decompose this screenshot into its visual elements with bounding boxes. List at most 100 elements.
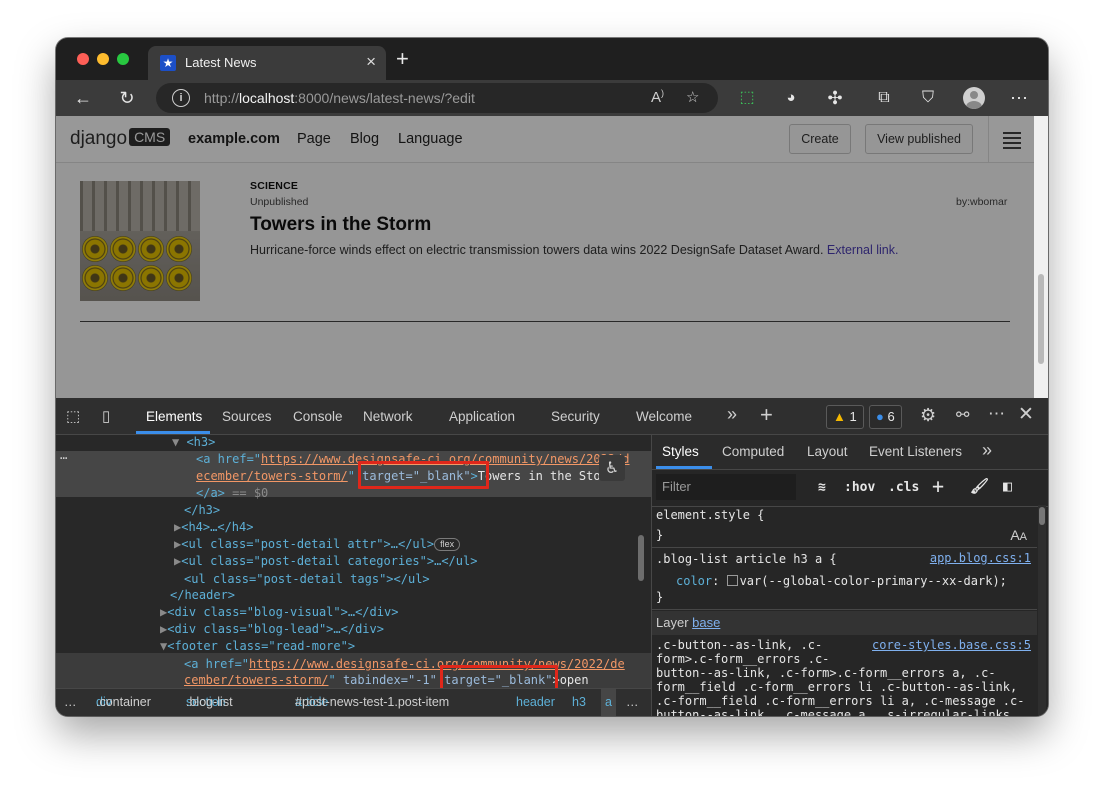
- more-tabs-icon[interactable]: »: [727, 404, 737, 425]
- add-favorite-icon[interactable]: ☆: [686, 88, 699, 106]
- dom-line[interactable]: ▶<ul class="post-detail categories">…</u…: [174, 553, 477, 570]
- rule-separator: [652, 609, 1037, 610]
- favicon-star-icon: ★: [160, 55, 176, 71]
- dom-tree[interactable]: ▼ <h3> ⋯ <a href="https://www.designsafe…: [56, 435, 651, 688]
- toggle-sidebar-icon[interactable]: ◧: [1003, 477, 1012, 495]
- title-bar: ★ Latest News × +: [56, 38, 1048, 80]
- tab-styles[interactable]: Styles: [662, 444, 699, 459]
- breadcrumb-ellipsis[interactable]: …: [64, 689, 77, 716]
- close-devtools-icon[interactable]: ✕: [1018, 403, 1034, 426]
- styles-tab-indicator: [656, 466, 712, 469]
- tab-title: Latest News: [185, 55, 257, 70]
- source-link[interactable]: core-styles.base.css:5: [872, 638, 1031, 652]
- issues-badge[interactable]: ● 6: [869, 405, 902, 429]
- cls-toggle[interactable]: .cls: [888, 480, 919, 495]
- maximize-window-button[interactable]: [117, 53, 129, 65]
- read-aloud-icon[interactable]: A): [651, 88, 664, 106]
- dom-line[interactable]: ▶<h4>…</h4>: [174, 519, 253, 536]
- inspect-overlay: [56, 116, 1034, 400]
- breadcrumb: … div .container section .blog-list articl…: [56, 688, 651, 716]
- element-style-rule[interactable]: element.style { } AA: [652, 507, 1037, 547]
- customize-menu-icon[interactable]: ⋯: [988, 404, 1005, 424]
- connect-device-icon[interactable]: ⚯: [956, 405, 969, 425]
- dom-line[interactable]: ▶<div class="blog-visual">…</div>: [160, 604, 398, 621]
- browser-toolbar: ← ↻ i http://localhost:8000/news/latest-…: [56, 80, 1048, 116]
- more-menu-icon[interactable]: ⋯: [1006, 85, 1032, 111]
- tab-event-listeners[interactable]: Event Listeners: [869, 444, 962, 459]
- new-rule-icon[interactable]: +: [932, 474, 944, 498]
- settings-gear-icon[interactable]: ⚙: [920, 405, 936, 426]
- tab-welcome[interactable]: Welcome: [636, 409, 692, 424]
- font-editor-icon[interactable]: AA: [1010, 527, 1027, 543]
- close-window-button[interactable]: [77, 53, 89, 65]
- tab-elements[interactable]: Elements: [146, 409, 202, 424]
- tab-sources[interactable]: Sources: [222, 409, 272, 424]
- breadcrumb-ellipsis[interactable]: …: [626, 689, 639, 716]
- active-tab-indicator: [136, 431, 210, 434]
- styles-scrollbar[interactable]: [1038, 505, 1046, 716]
- dom-line[interactable]: <a href="https://www.designsafe-ci.org/c…: [184, 656, 625, 673]
- tab-security[interactable]: Security: [551, 409, 600, 424]
- dom-line[interactable]: </a> == $0: [196, 485, 268, 502]
- site-info-icon[interactable]: i: [172, 89, 190, 107]
- styles-tabbar: Styles Computed Layout Event Listeners »: [652, 435, 1048, 470]
- add-tool-icon[interactable]: +: [760, 402, 773, 428]
- more-panes-icon[interactable]: »: [982, 440, 992, 461]
- dom-line[interactable]: </h3>: [184, 502, 220, 519]
- color-format-icon[interactable]: ≋: [818, 480, 826, 495]
- dom-line[interactable]: ▼ <h3>: [172, 435, 215, 451]
- address-bar[interactable]: i http://localhost:8000/news/latest-news…: [156, 83, 718, 113]
- layer-header: Layer base: [652, 611, 1037, 635]
- warnings-badge[interactable]: ▲ 1: [826, 405, 864, 429]
- paint-brush-icon[interactable]: 🖌: [970, 477, 989, 495]
- tab-console[interactable]: Console: [293, 409, 343, 424]
- web-page: django CMS example.com Page Blog Language…: [56, 116, 1048, 400]
- devtools-panel: ⬚ ▯ Elements Sources Console Network App…: [56, 398, 1048, 716]
- flex-badge[interactable]: flex: [434, 538, 461, 551]
- styles-pane: Styles Computed Layout Event Listeners »…: [651, 435, 1048, 716]
- browser-tab[interactable]: ★ Latest News ×: [148, 46, 386, 80]
- rule-separator: [652, 547, 1037, 548]
- collections-icon[interactable]: ⧉: [871, 85, 897, 111]
- dom-line[interactable]: ▼<footer class="read-more">: [160, 638, 355, 655]
- styles-filter-bar: Filter ≋ :hov .cls + 🖌 ◧: [652, 470, 1048, 507]
- tab-computed[interactable]: Computed: [722, 444, 784, 459]
- highlight-box: [358, 461, 489, 489]
- extensions-puzzle-icon[interactable]: ✣: [822, 85, 848, 111]
- device-emulation-icon[interactable]: ▯: [102, 407, 110, 425]
- dom-line[interactable]: ▶<ul class="post-detail attr">…</ul> flex: [174, 536, 461, 553]
- source-link[interactable]: app.blog.css:1: [930, 551, 1031, 565]
- highlight-box: [440, 665, 558, 688]
- dom-line[interactable]: ▶<div class="blog-lead">…</div>: [160, 621, 384, 638]
- accessibility-icon[interactable]: ♿: [599, 455, 625, 481]
- devtools-tabbar: ⬚ ▯ Elements Sources Console Network App…: [56, 398, 1048, 435]
- core-css-rule[interactable]: core-styles.base.css:5 .c-button--as-lin…: [652, 638, 1037, 716]
- extension-face-icon[interactable]: ◕: [778, 85, 804, 111]
- tab-network[interactable]: Network: [363, 409, 413, 424]
- breadcrumb-item[interactable]: h3: [572, 689, 586, 716]
- back-icon[interactable]: ←: [70, 85, 96, 111]
- elements-scrollbar[interactable]: [638, 535, 644, 581]
- color-swatch[interactable]: [726, 575, 738, 586]
- reload-icon[interactable]: ↻: [114, 85, 140, 111]
- browser-window: ★ Latest News × + ← ↻ i http://localhost…: [56, 38, 1048, 716]
- hov-toggle[interactable]: :hov: [844, 480, 875, 495]
- layer-base-link[interactable]: base: [692, 615, 720, 630]
- page-scrollbar[interactable]: [1034, 116, 1048, 400]
- new-tab-button[interactable]: +: [396, 48, 409, 70]
- blog-css-rule[interactable]: .blog-list article h3 a { app.blog.css:1…: [652, 551, 1037, 607]
- breadcrumb-item[interactable]: header: [516, 689, 555, 716]
- node-menu-icon[interactable]: ⋯: [60, 450, 67, 467]
- tab-close-icon[interactable]: ×: [366, 52, 376, 72]
- tab-layout[interactable]: Layout: [807, 444, 848, 459]
- profile-avatar-icon[interactable]: [961, 85, 987, 111]
- styles-filter-input[interactable]: Filter: [656, 474, 796, 500]
- dom-line[interactable]: <ul class="post-detail tags"></ul>: [184, 571, 430, 588]
- dom-line[interactable]: </header>: [170, 587, 235, 604]
- inspect-element-icon[interactable]: ⬚: [66, 407, 80, 425]
- minimize-window-button[interactable]: [97, 53, 109, 65]
- breadcrumb-item-selected[interactable]: a: [601, 689, 616, 716]
- screenshot-icon[interactable]: ⬚: [734, 85, 760, 111]
- tab-application[interactable]: Application: [449, 409, 515, 424]
- browser-essentials-icon[interactable]: ⛉: [915, 85, 941, 111]
